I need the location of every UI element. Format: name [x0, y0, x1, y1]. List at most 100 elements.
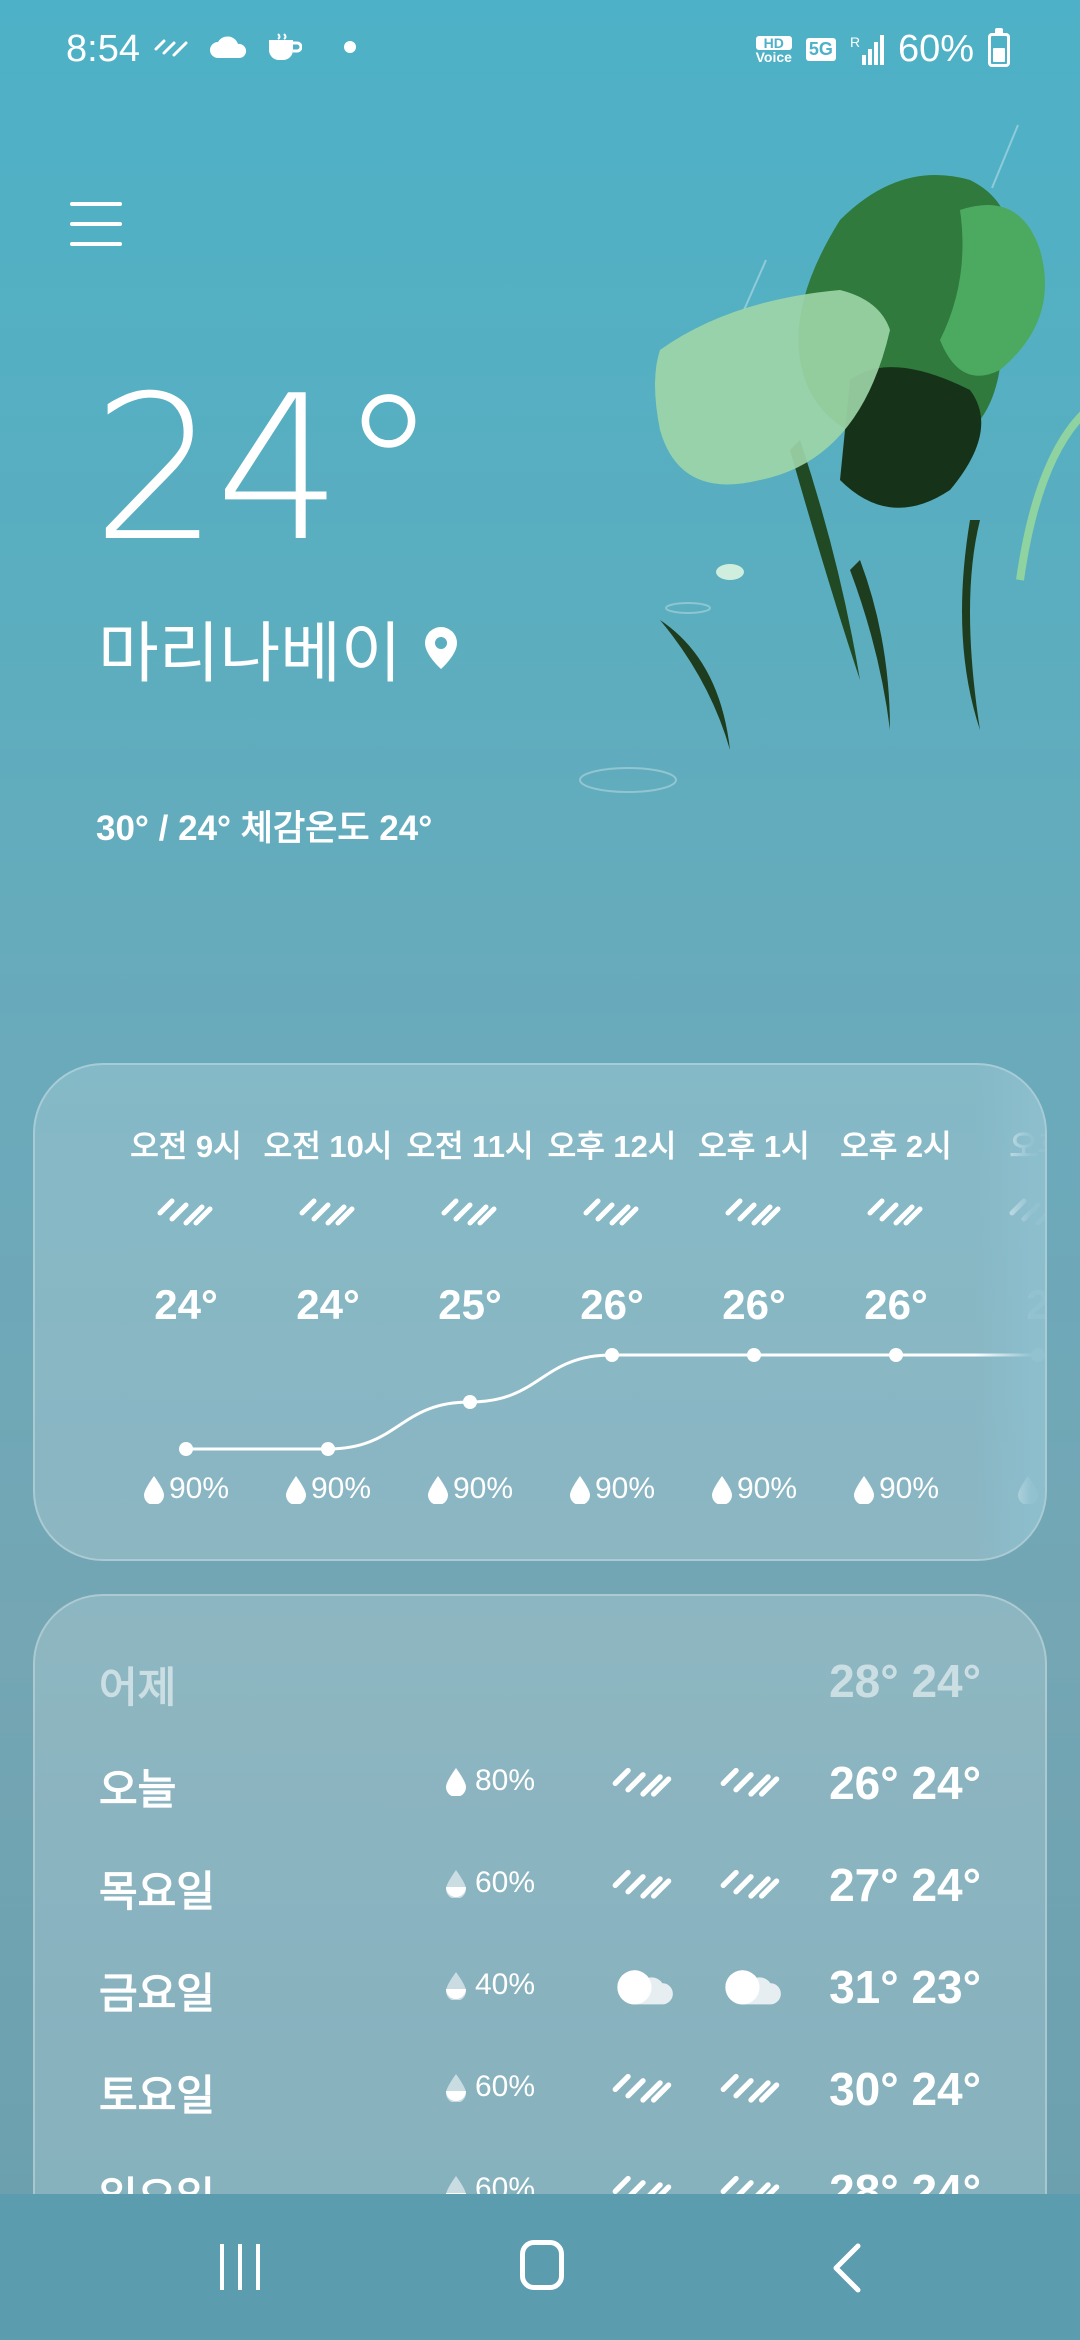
menu-icon — [70, 202, 122, 206]
day-precipitation: 80% — [445, 1764, 535, 1798]
network-5g-icon: 5G — [805, 38, 836, 61]
raindrop-icon — [853, 1476, 874, 1504]
temperature-point — [179, 1442, 193, 1456]
hour-time: 오전 11시 — [406, 1129, 534, 1164]
current-temperature: 24° — [92, 353, 438, 586]
day-name: 금요일 — [99, 1970, 215, 2017]
raindrop-icon — [427, 1476, 448, 1504]
recent-apps-button[interactable] — [220, 2244, 260, 2290]
svg-text:R: R — [850, 34, 860, 50]
hour-precipitation: 90% — [399, 1472, 541, 1506]
hourly-forecast-card[interactable]: 오전 9시 24° 90% 오전 10시 24° 90% 오전 11시 25° 90% 오후 12… — [33, 1063, 1047, 1561]
raindrop-icon — [1017, 1476, 1038, 1504]
hour-temperature: 26° — [722, 1281, 786, 1328]
rain-icon — [725, 1198, 781, 1226]
day-precipitation: 40% — [445, 1968, 535, 2002]
status-notification-icons — [154, 32, 356, 62]
status-time: 8:54 — [66, 28, 140, 70]
day-name: 오늘 — [99, 1766, 177, 1813]
hour-time: 오전 9시 — [130, 1129, 242, 1164]
menu-button[interactable] — [70, 198, 122, 250]
raindrop-icon — [446, 1870, 466, 1898]
home-button[interactable] — [520, 2240, 564, 2290]
status-bar: 8:54 HD Voice 5G R 60% — [0, 0, 1080, 104]
day-high-low: 31° 23° — [829, 1961, 981, 2013]
back-button[interactable] — [828, 2242, 868, 2294]
temperature-point — [747, 1348, 761, 1362]
temperature-point — [1031, 1348, 1045, 1362]
hour-temperature: 25° — [438, 1281, 502, 1328]
raindrop-icon — [446, 1972, 466, 2000]
hour-temperature: 24° — [296, 1281, 360, 1328]
raindrop-icon — [143, 1476, 164, 1504]
raindrop-icon — [711, 1476, 732, 1504]
navigation-bar — [0, 2194, 1080, 2340]
battery-icon — [988, 27, 1010, 67]
rain-icon — [720, 1869, 780, 1899]
battery-level — [993, 48, 1005, 62]
cloud-icon — [617, 1970, 673, 2005]
hour-precipitation: 90% — [257, 1472, 399, 1506]
raindrop-icon — [446, 1768, 466, 1796]
temperature-line — [185, 1353, 1038, 1451]
hour-precipitation: 9 — [967, 1472, 1045, 1506]
daily-row[interactable]: 금요일 40% 31° 23° — [35, 1932, 1045, 2032]
hd-voice-icon: HD Voice — [755, 34, 792, 65]
hour-time: 오후 12시 — [547, 1129, 677, 1164]
rain-icon — [612, 1869, 672, 1899]
hour-time: 오후 1시 — [698, 1129, 810, 1164]
rain-icon — [1009, 1198, 1045, 1226]
rain-icon — [154, 39, 188, 57]
raindrop-icon — [285, 1476, 306, 1504]
location-name: 마리나베이 — [98, 616, 402, 690]
rain-icon — [583, 1198, 639, 1226]
hour-time: 오후 2시 — [840, 1129, 952, 1164]
status-system-icons: HD Voice 5G R 60% — [755, 27, 1010, 71]
temperature-point — [889, 1348, 903, 1362]
raindrop-icon — [446, 2074, 466, 2102]
day-precipitation: 60% — [445, 1866, 535, 1900]
rain-icon — [612, 2073, 672, 2103]
day-high-low: 27° 24° — [829, 1859, 981, 1911]
rain-icon — [299, 1198, 355, 1226]
hour-precipitation: 90% — [541, 1472, 683, 1506]
temperature-point — [463, 1395, 477, 1409]
location-pin-icon — [424, 627, 457, 669]
cloud-icon — [210, 36, 247, 58]
high-low-feels-like: 30° / 24° 체감온도 24° — [96, 809, 433, 848]
temperature-point — [321, 1442, 335, 1456]
hour-time: 오후 — [1009, 1129, 1045, 1164]
hour-temperature: 24° — [154, 1281, 218, 1328]
coffee-icon — [269, 33, 302, 60]
rain-icon — [720, 2073, 780, 2103]
hour-temperature: 26° — [864, 1281, 928, 1328]
rain-icon — [157, 1198, 213, 1226]
daily-row[interactable]: 토요일 60% 30° 24° — [35, 2034, 1045, 2134]
day-name: 토요일 — [99, 2072, 215, 2119]
day-name: 어제 — [99, 1664, 177, 1711]
hour-precipitation: 90% — [115, 1472, 257, 1506]
rain-icon — [720, 1767, 780, 1797]
dot-icon — [344, 41, 356, 53]
rain-icon — [612, 1767, 672, 1797]
hour-precipitation: 90% — [825, 1472, 967, 1506]
temperature-point — [605, 1348, 619, 1362]
location[interactable]: 마리나베이 — [98, 600, 460, 696]
hour-precipitation: 90% — [683, 1472, 825, 1506]
raindrop-icon — [569, 1476, 590, 1504]
day-high-low: 30° 24° — [829, 2063, 981, 2115]
signal-icon: R — [850, 34, 884, 65]
rain-icon — [867, 1198, 923, 1226]
battery-percent: 60% — [897, 28, 974, 70]
day-high-low: 26° 24° — [829, 1757, 981, 1809]
cloud-icon — [725, 1970, 781, 2005]
day-name: 목요일 — [99, 1868, 215, 1915]
daily-row[interactable]: 오늘 80% 26° 24° — [35, 1728, 1045, 1828]
hour-time: 오전 10시 — [263, 1129, 393, 1164]
hour-temperature: 2 — [967, 1281, 1045, 1329]
daily-row[interactable]: 목요일 60% 27° 24° — [35, 1830, 1045, 1930]
day-high-low: 28° 24° — [829, 1655, 981, 1707]
weather-illustration — [579, 124, 1080, 793]
hour-temperature: 26° — [580, 1281, 644, 1328]
daily-row[interactable]: 어제 28° 24° — [35, 1626, 1045, 1726]
